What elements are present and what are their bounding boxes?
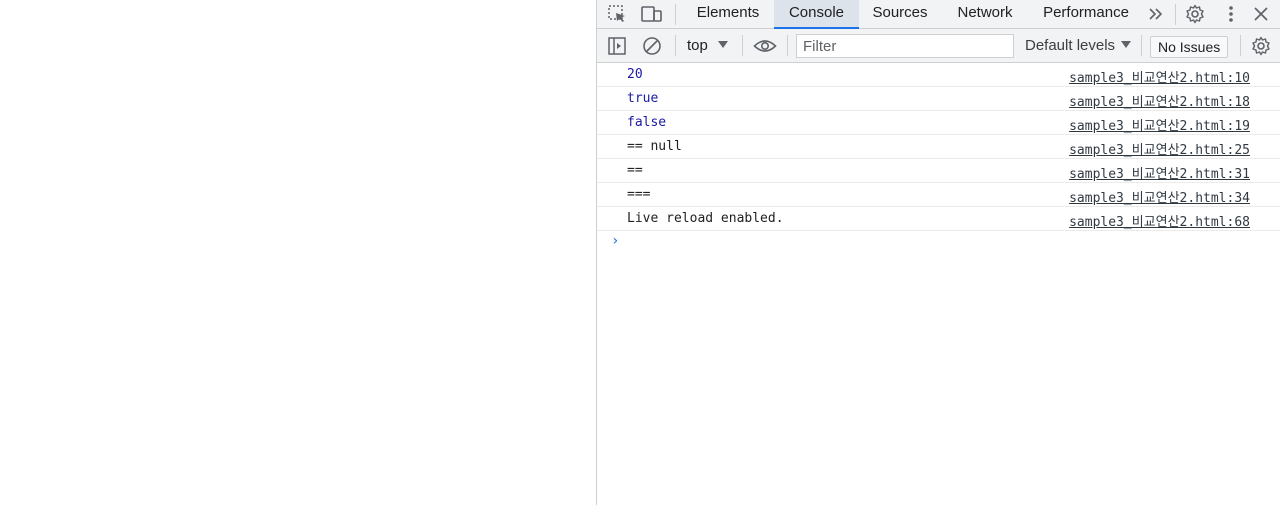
console-message-text: true: [627, 91, 659, 106]
console-message-text: Live reload enabled.: [627, 211, 784, 226]
console-source-link[interactable]: sample3_비교연산2.html:19: [1069, 115, 1250, 134]
console-message-row: === sample3_비교연산2.html:34: [597, 183, 1280, 207]
console-source-link[interactable]: sample3_비교연산2.html:31: [1069, 163, 1250, 182]
console-message-row: 20 sample3_비교연산2.html:10: [597, 63, 1280, 87]
console-message-text: == null: [627, 139, 682, 154]
inspected-page-viewport: [0, 0, 596, 505]
console-prompt-chevron-icon[interactable]: ›: [611, 233, 619, 249]
console-message-row: Live reload enabled. sample3_비교연산2.html:…: [597, 207, 1280, 231]
toolbar-divider-3: [787, 35, 788, 56]
tab-elements[interactable]: Elements: [689, 0, 767, 29]
issues-counter-button[interactable]: No Issues: [1150, 36, 1229, 58]
console-message-row: false sample3_비교연산2.html:19: [597, 111, 1280, 135]
clear-console-icon[interactable]: [641, 35, 663, 57]
console-message-text: 20: [627, 67, 643, 82]
tab-sources[interactable]: Sources: [865, 0, 935, 29]
console-source-link[interactable]: sample3_비교연산2.html:68: [1069, 211, 1250, 230]
tab-performance[interactable]: Performance: [1037, 0, 1135, 29]
log-levels-label: Default levels: [1025, 37, 1116, 54]
toolbar-divider-2: [742, 35, 743, 56]
console-settings-gear-icon[interactable]: [1250, 35, 1272, 57]
toolbar-divider-4: [1141, 35, 1142, 56]
toolbar-divider-1: [675, 35, 676, 56]
devtools-panel: Elements Console Sources Network Perform…: [596, 0, 1280, 505]
console-message-row: == sample3_비교연산2.html:31: [597, 159, 1280, 183]
execution-context-select[interactable]: top: [687, 29, 728, 62]
console-message-text: ==: [627, 163, 643, 178]
context-label: top: [687, 37, 708, 54]
console-source-link[interactable]: sample3_비교연산2.html:18: [1069, 91, 1250, 110]
devtools-tab-bar: Elements Console Sources Network Perform…: [597, 0, 1280, 29]
console-message-text: false: [627, 115, 667, 130]
device-toolbar-icon[interactable]: [641, 3, 663, 25]
console-source-link[interactable]: sample3_비교연산2.html:25: [1069, 139, 1250, 158]
console-message-row: == null sample3_비교연산2.html:25: [597, 135, 1280, 159]
log-levels-dropdown[interactable]: Default levels: [1025, 29, 1132, 62]
toolbar-divider-5: [1240, 35, 1241, 56]
chevron-down-icon: [717, 40, 728, 48]
console-toolbar: top Default levels No Issues: [597, 29, 1280, 63]
close-devtools-icon[interactable]: [1250, 3, 1272, 25]
show-sidebar-icon[interactable]: [606, 35, 628, 57]
live-expression-eye-icon[interactable]: [753, 35, 777, 57]
chevron-down-icon: [1121, 40, 1132, 48]
console-message-text: ===: [627, 187, 651, 202]
inspect-element-icon[interactable]: [606, 3, 628, 25]
customize-menu-kebab-icon[interactable]: [1220, 3, 1242, 25]
console-source-link[interactable]: sample3_비교연산2.html:34: [1069, 187, 1250, 206]
tab-network[interactable]: Network: [949, 0, 1021, 29]
console-messages: 20 sample3_비교연산2.html:10 true sample3_비교…: [597, 63, 1280, 249]
more-tabs-chevron-icon[interactable]: [1145, 3, 1167, 25]
console-source-link[interactable]: sample3_비교연산2.html:10: [1069, 67, 1250, 86]
tab-bar-divider: [675, 4, 676, 25]
tab-bar-divider-right: [1175, 4, 1176, 25]
console-message-row: true sample3_비교연산2.html:18: [597, 87, 1280, 111]
settings-gear-icon[interactable]: [1184, 3, 1206, 25]
tab-console[interactable]: Console: [774, 0, 859, 29]
filter-input[interactable]: [796, 34, 1014, 58]
